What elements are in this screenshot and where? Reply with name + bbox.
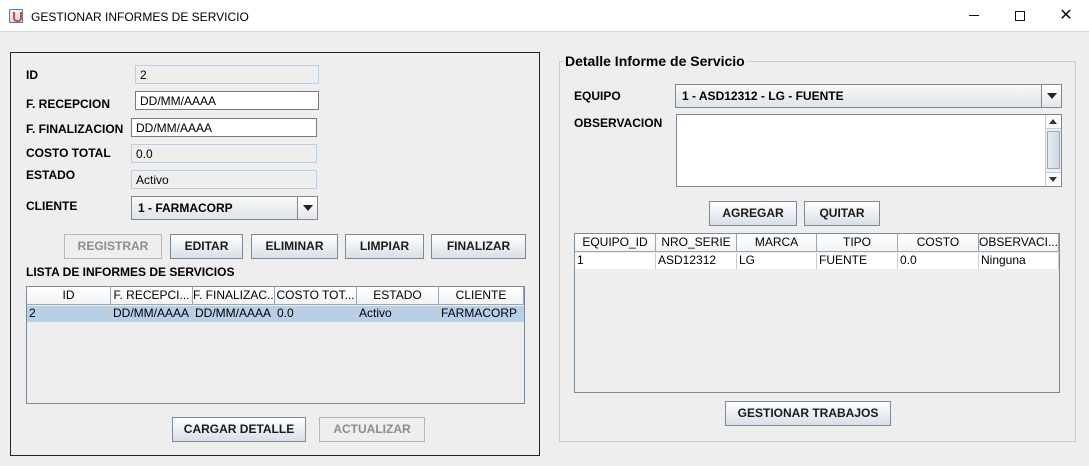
chevron-down-icon[interactable]	[297, 197, 317, 219]
observation-textarea[interactable]	[676, 114, 1062, 187]
column-header[interactable]: COSTO TOT...	[275, 287, 357, 305]
status-label: ESTADO	[26, 168, 76, 182]
id-field: 2	[135, 65, 319, 84]
load-detail-button[interactable]: CARGAR DETALLE	[172, 417, 306, 442]
java-app-icon	[9, 9, 23, 23]
chevron-down-icon[interactable]	[1041, 85, 1061, 107]
table-cell: FUENTE	[817, 253, 898, 269]
table-cell: DD/MM/AAAA	[111, 306, 193, 322]
detail-panel-title: Detalle Informe de Servicio	[563, 53, 747, 69]
window-title: GESTIONAR INFORMES DE SERVICIO	[31, 10, 249, 24]
column-header[interactable]: MARCA	[737, 234, 817, 252]
client-selected-value: 1 - FARMACORP	[138, 201, 233, 215]
column-header[interactable]: ID	[27, 287, 111, 305]
reception-date-label: F. RECEPCION	[26, 97, 111, 111]
finalize-button[interactable]: FINALIZAR	[431, 234, 526, 259]
column-header[interactable]: COSTO	[898, 234, 979, 252]
equipment-select[interactable]: 1 - ASD12312 - LG - FUENTE	[675, 84, 1062, 108]
edit-button[interactable]: EDITAR	[170, 234, 243, 259]
finalization-date-field[interactable]: DD/MM/AAAA	[131, 118, 317, 137]
detail-table[interactable]: EQUIPO_ID NRO_SERIE MARCA TIPO COSTO OBS…	[574, 233, 1060, 393]
table-cell: ASD12312	[656, 253, 737, 269]
equipment-label: EQUIPO	[574, 89, 621, 103]
status-field: Activo	[131, 170, 317, 189]
manage-jobs-button[interactable]: GESTIONAR TRABAJOS	[725, 401, 891, 426]
column-header[interactable]: NRO_SERIE	[656, 234, 737, 252]
scroll-down-icon[interactable]	[1046, 172, 1061, 186]
column-header[interactable]: F. RECEPCI...	[111, 287, 193, 305]
table-cell: 0.0	[275, 306, 357, 322]
table-row[interactable]: 1 ASD12312 LG FUENTE 0.0 Ninguna	[575, 253, 1059, 269]
table-cell: LG	[737, 253, 817, 269]
table-cell: 1	[575, 253, 656, 269]
table-cell: FARMACORP	[439, 306, 524, 322]
reception-date-field[interactable]: DD/MM/AAAA	[135, 91, 319, 110]
table-row[interactable]: 2 DD/MM/AAAA DD/MM/AAAA 0.0 Activo FARMA…	[27, 306, 524, 322]
id-label: ID	[26, 68, 38, 82]
detail-table-header: EQUIPO_ID NRO_SERIE MARCA TIPO COSTO OBS…	[575, 234, 1059, 252]
minimize-icon	[969, 15, 979, 17]
add-button[interactable]: AGREGAR	[709, 201, 797, 226]
minimize-button[interactable]	[951, 0, 997, 32]
scrollbar-thumb[interactable]	[1047, 131, 1060, 169]
table-cell: 0.0	[898, 253, 979, 269]
table-cell: 2	[27, 306, 111, 322]
register-button[interactable]: REGISTRAR	[64, 234, 162, 259]
reports-table[interactable]: ID F. RECEPCI... F. FINALIZAC... COSTO T…	[26, 286, 525, 404]
maximize-button[interactable]	[997, 0, 1043, 32]
remove-button[interactable]: QUITAR	[804, 201, 880, 226]
table-cell: Ninguna	[979, 253, 1059, 269]
clear-button[interactable]: LIMPIAR	[345, 234, 424, 259]
title-bar: GESTIONAR INFORMES DE SERVICIO ✕	[0, 0, 1089, 32]
reports-list-title: LISTA DE INFORMES DE SERVICIOS	[26, 265, 235, 279]
update-button[interactable]: ACTUALIZAR	[319, 417, 425, 442]
column-header[interactable]: F. FINALIZAC...	[193, 287, 275, 305]
client-select[interactable]: 1 - FARMACORP	[131, 196, 318, 220]
equipment-selected-value: 1 - ASD12312 - LG - FUENTE	[682, 89, 844, 103]
column-header[interactable]: ESTADO	[357, 287, 439, 305]
table-cell: DD/MM/AAAA	[193, 306, 275, 322]
total-cost-label: COSTO TOTAL	[26, 146, 111, 160]
observation-scrollbar[interactable]	[1045, 115, 1061, 186]
close-button[interactable]: ✕	[1043, 0, 1089, 32]
observation-label: OBSERVACION	[574, 116, 663, 130]
table-cell: Activo	[357, 306, 439, 322]
column-header[interactable]: CLIENTE	[439, 287, 524, 305]
maximize-icon	[1015, 10, 1025, 21]
column-header[interactable]: OBSERVACI...	[979, 234, 1059, 252]
total-cost-field: 0.0	[131, 144, 317, 163]
column-header[interactable]: EQUIPO_ID	[575, 234, 656, 252]
reports-table-header: ID F. RECEPCI... F. FINALIZAC... COSTO T…	[27, 287, 524, 305]
delete-button[interactable]: ELIMINAR	[251, 234, 338, 259]
finalization-date-label: F. FINALIZACION	[26, 122, 124, 136]
column-header[interactable]: TIPO	[817, 234, 898, 252]
scroll-up-icon[interactable]	[1046, 115, 1061, 129]
close-icon: ✕	[1059, 7, 1073, 24]
client-label: CLIENTE	[26, 199, 78, 213]
app-window: GESTIONAR INFORMES DE SERVICIO ✕ ID 2 F.…	[0, 0, 1089, 466]
